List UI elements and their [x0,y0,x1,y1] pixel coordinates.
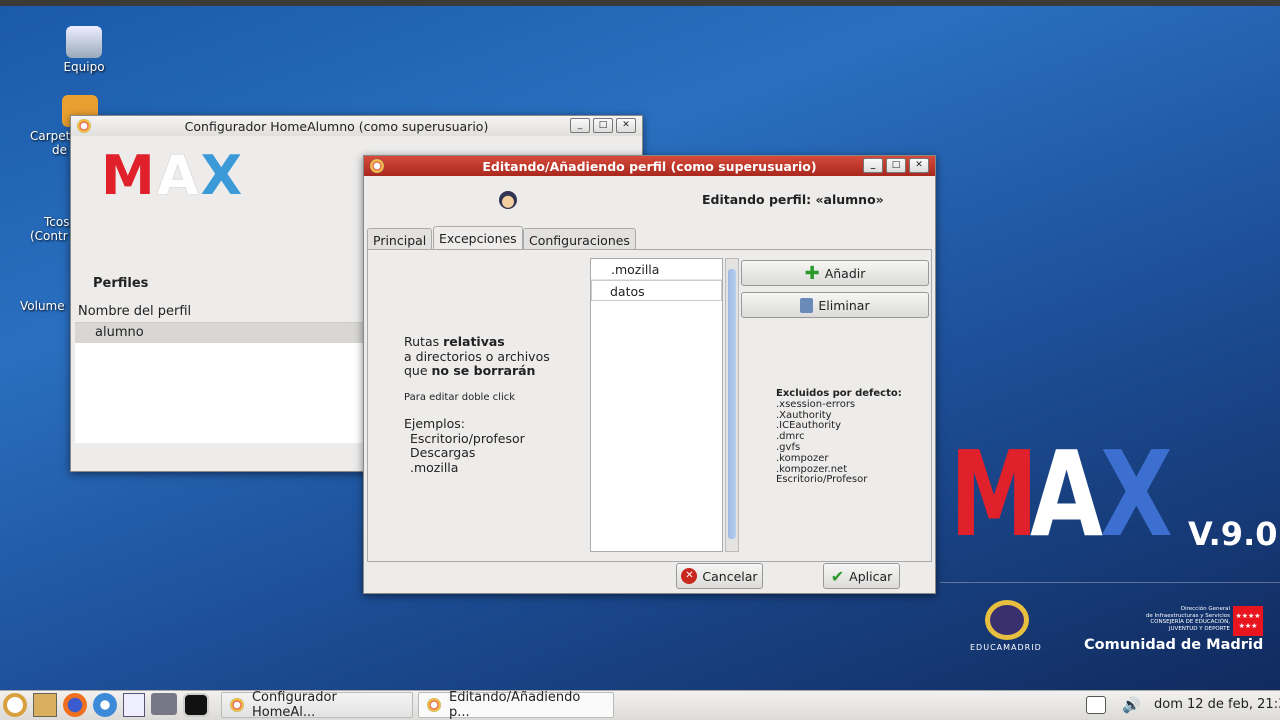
clock[interactable]: dom 12 de feb, 21:32 [1154,697,1280,712]
tab-configuraciones[interactable]: Configuraciones [523,228,636,250]
launchers [3,693,209,717]
list-item-editing[interactable]: datos [591,280,722,301]
screenshot-icon[interactable] [151,693,177,715]
firefox-icon[interactable] [63,693,87,717]
task-configurador[interactable]: Configurador HomeAl... [221,690,413,720]
maximize-button[interactable]: □ [593,118,613,133]
minimize-button[interactable]: _ [863,158,883,173]
user-avatar-icon [499,191,517,209]
profile-list[interactable] [75,343,365,443]
app-icon [427,698,441,712]
profile-row[interactable]: alumno [75,323,365,343]
cancel-icon: ✕ [681,568,698,584]
task-editando[interactable]: Editando/Añadiendo p... [418,690,614,720]
add-button[interactable]: ✚ Añadir [741,260,929,286]
apply-button[interactable]: ✔ Aplicar [823,563,900,589]
close-button[interactable]: ✕ [909,158,929,173]
volume-icon[interactable]: 🔊 [1122,696,1141,714]
scrollbar-thumb[interactable] [728,269,736,539]
column-header[interactable]: Nombre del perfil [75,301,365,323]
maximize-button[interactable]: □ [886,158,906,173]
menu-icon[interactable] [3,693,27,717]
tab-principal[interactable]: Principal [367,228,433,250]
max-logo: MAX [101,144,245,207]
remove-button[interactable]: Eliminar [741,292,929,318]
cancel-button[interactable]: ✕ Cancelar [676,563,763,589]
check-icon: ✔ [830,566,845,586]
tab-excepciones[interactable]: Excepciones [433,226,523,249]
app-icon [370,159,384,173]
app-icon [230,698,244,712]
educamadrid-logo [985,600,1029,640]
notes-icon[interactable] [123,693,145,717]
scrollbar[interactable] [725,258,739,552]
title-bar[interactable]: Configurador HomeAlumno (como superusuar… [71,116,642,136]
default-exclusions: Excluidos por defecto: .xsession-errors.… [776,388,902,486]
chromium-icon[interactable] [93,693,117,717]
madrid-flag: ★★★★ ★★★ [1233,606,1263,636]
madrid-text: Dirección General de Infraestructuras y S… [1145,606,1230,632]
title-bar[interactable]: Editando/Añadiendo perfil (como superusu… [364,156,935,176]
plus-icon: ✚ [804,262,820,284]
terminal-icon[interactable] [183,693,209,717]
divider [940,582,1280,583]
dialog-heading: Editando perfil: «alumno» [702,192,884,207]
list-item[interactable]: .mozilla [591,259,722,280]
desktop-icon-equipo[interactable]: Equipo [44,26,124,74]
app-icon [77,119,91,133]
network-icon[interactable] [1086,696,1106,714]
top-panel [0,0,1280,6]
trash-icon [800,297,814,313]
close-button[interactable]: ✕ [616,118,636,133]
help-text: Rutas relativas a directorios o archivos… [404,334,550,475]
exceptions-list[interactable]: .mozilla datos [590,258,723,552]
editor-icon[interactable] [33,693,57,717]
computer-icon [66,26,102,58]
minimize-button[interactable]: _ [570,118,590,133]
